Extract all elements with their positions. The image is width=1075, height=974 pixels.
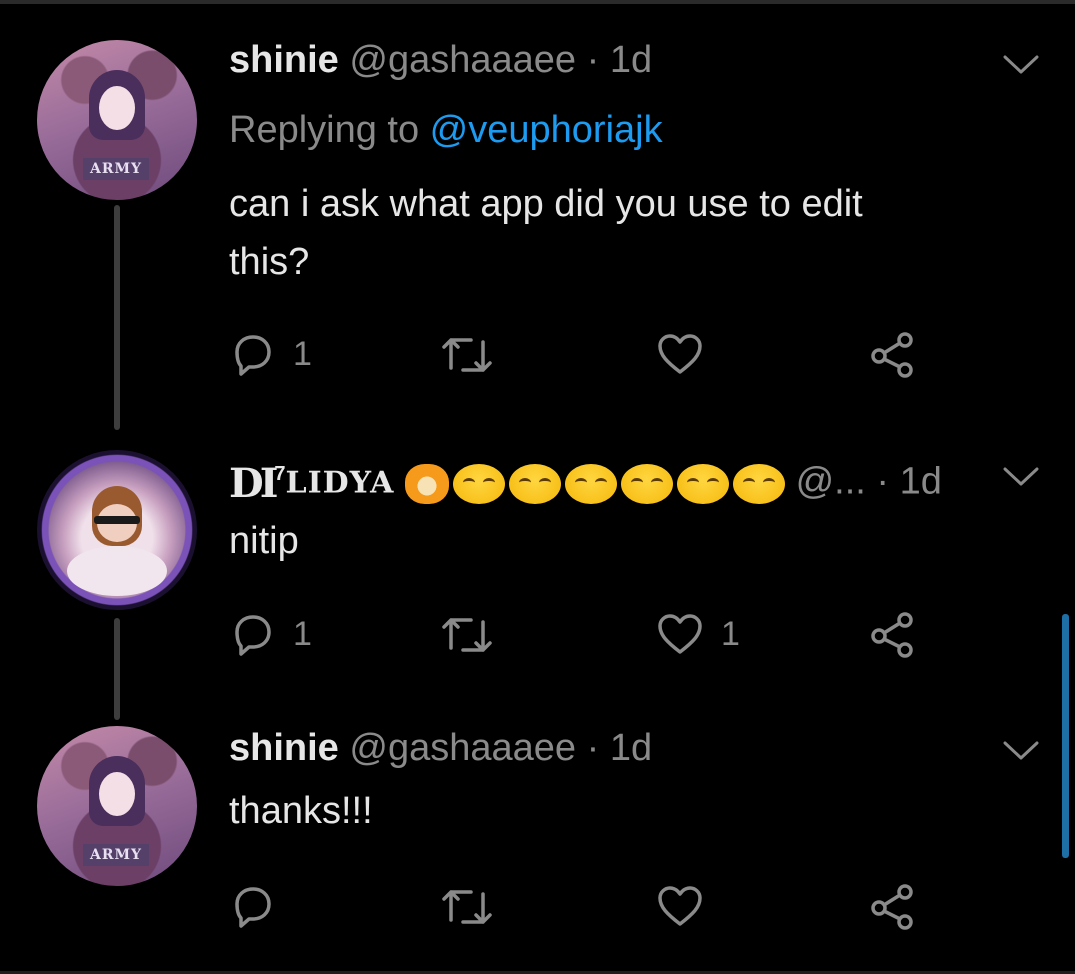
reply-count: 1 — [293, 614, 312, 653]
share-button[interactable] — [867, 326, 917, 382]
tweet-text: can i ask what app did you use to edit t… — [229, 175, 1029, 291]
reply-count: 1 — [293, 334, 312, 373]
chevron-down-icon[interactable] — [1001, 464, 1041, 490]
display-name-logo: DI — [229, 459, 278, 507]
reply-icon — [235, 335, 271, 376]
like-icon — [658, 614, 702, 654]
avatar[interactable] — [37, 450, 197, 610]
reply-button[interactable]: 1 — [229, 326, 312, 382]
tweet-text: nitip — [229, 520, 299, 562]
retweet-button[interactable] — [439, 606, 495, 662]
chevron-down-icon[interactable] — [1001, 738, 1041, 764]
avatar-face — [99, 772, 135, 816]
display-name[interactable]: shinie — [229, 39, 339, 81]
tweet-item[interactable]: ARMY shinie @gashaaaee · 1d thanks!!! — [0, 710, 1075, 960]
tweet-actions: 1 1 — [229, 606, 929, 662]
tweet-actions: 1 — [229, 326, 929, 382]
smiling-face-emoji-icon — [565, 463, 618, 504]
emoji-group — [453, 463, 786, 504]
display-name[interactable]: LIDYA — [286, 466, 395, 501]
tweet-header: DI7LIDYA @... · 1d — [229, 452, 942, 506]
smiling-face-emoji-icon — [677, 463, 730, 504]
tweet-actions — [229, 878, 929, 934]
like-icon — [658, 886, 702, 926]
smiling-face-emoji-icon — [453, 463, 506, 504]
timestamp[interactable]: 1d — [610, 39, 652, 81]
avatar-badge: ARMY — [83, 158, 149, 180]
smiling-face-emoji-icon — [621, 463, 674, 504]
like-button[interactable]: 1 — [655, 606, 740, 662]
share-icon — [871, 332, 913, 378]
timestamp[interactable]: 1d — [610, 727, 652, 769]
like-button[interactable] — [655, 326, 705, 382]
scrollbar[interactable] — [1062, 614, 1069, 858]
avatar-fur — [67, 546, 167, 596]
separator-dot: · — [876, 460, 890, 503]
smiling-face-emoji-icon — [733, 463, 786, 504]
like-icon — [658, 334, 702, 374]
tweet-text-line: can i ask what app did you use to edit — [229, 183, 863, 225]
avatar[interactable]: ARMY — [37, 726, 197, 886]
user-handle[interactable]: @gashaaaee — [349, 39, 576, 81]
tiger-emoji-icon — [405, 463, 450, 504]
user-handle[interactable]: @gashaaaee — [349, 727, 576, 769]
user-handle[interactable]: @... — [796, 461, 866, 503]
replying-to-line: Replying to @veuphoriajk — [229, 108, 663, 152]
like-button[interactable] — [655, 878, 705, 934]
chevron-down-icon[interactable] — [1001, 52, 1041, 78]
tweet-item[interactable]: DI7LIDYA @... · 1d nitip 1 1 — [0, 430, 1075, 710]
tweet-header: shinie @gashaaaee · 1d — [229, 726, 652, 770]
tweet-text: thanks!!! — [229, 790, 373, 832]
tweet-item[interactable]: ARMY shinie @gashaaaee · 1d Replying to … — [0, 0, 1075, 420]
tweet-header: shinie @gashaaaee · 1d — [229, 38, 652, 82]
share-button[interactable] — [867, 606, 917, 662]
avatar-glasses — [94, 516, 140, 524]
reply-icon — [235, 887, 271, 928]
share-icon — [871, 612, 913, 658]
share-icon — [871, 884, 913, 930]
reply-mention-link[interactable]: @veuphoriajk — [430, 109, 663, 151]
avatar-face — [99, 86, 135, 130]
display-name-superscript: 7 — [274, 463, 286, 485]
timestamp[interactable]: 1d — [900, 461, 942, 503]
share-button[interactable] — [867, 878, 917, 934]
like-count: 1 — [721, 614, 740, 653]
display-name[interactable]: shinie — [229, 727, 339, 769]
retweet-button[interactable] — [439, 326, 495, 382]
avatar[interactable]: ARMY — [37, 40, 197, 200]
reply-button[interactable]: 1 — [229, 606, 312, 662]
separator-dot: · — [586, 39, 600, 81]
retweet-icon — [442, 618, 492, 652]
reply-icon — [235, 615, 271, 656]
replying-to-label: Replying to — [229, 109, 430, 151]
tweet-text-line: this? — [229, 241, 310, 283]
retweet-icon — [442, 338, 492, 372]
avatar-badge: ARMY — [83, 844, 149, 866]
retweet-button[interactable] — [439, 878, 495, 934]
reply-button[interactable] — [229, 878, 277, 934]
retweet-icon — [442, 890, 492, 924]
smiling-face-emoji-icon — [509, 463, 562, 504]
separator-dot: · — [586, 727, 600, 769]
